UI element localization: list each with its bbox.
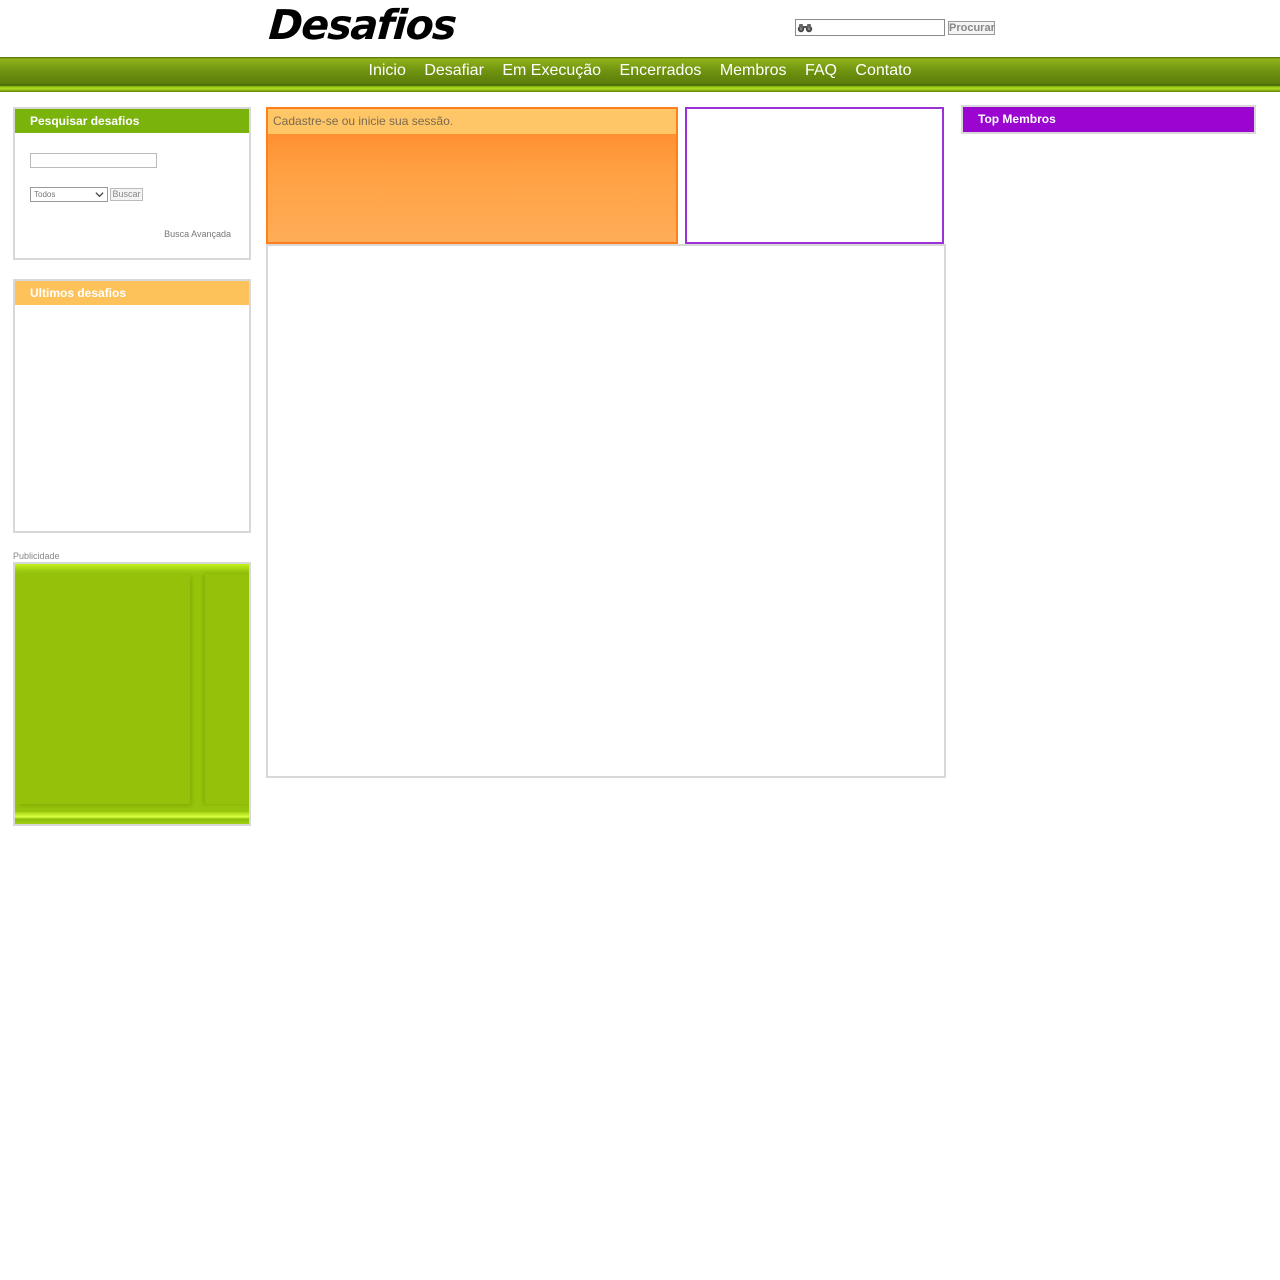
challenge-search-button[interactable]: Buscar bbox=[110, 188, 143, 201]
main-navbar: Inicio Desafiar Em Execução Encerrados M… bbox=[0, 57, 1280, 92]
challenge-search-input[interactable] bbox=[30, 153, 157, 168]
nav-item-desafiar[interactable]: Desafiar bbox=[424, 62, 484, 79]
login-panel: Cadastre-se ou inicie sua sessão. bbox=[266, 107, 678, 244]
ad-banner-bottom-glow bbox=[15, 812, 249, 824]
latest-challenges-panel: Ultimos desafios bbox=[13, 279, 251, 533]
site-search-button[interactable]: Procurar bbox=[948, 21, 995, 35]
nav-item-membros[interactable]: Membros bbox=[720, 62, 787, 79]
binoculars-icon bbox=[797, 24, 813, 33]
nav-item-encerrados[interactable]: Encerrados bbox=[620, 62, 702, 79]
nav-item-em-execucao[interactable]: Em Execução bbox=[502, 62, 601, 79]
ad-banner-top-glow bbox=[15, 564, 249, 574]
site-search-input[interactable] bbox=[795, 19, 945, 36]
ad-banner-panel-right bbox=[205, 574, 249, 804]
ad-label: Publicidade bbox=[13, 551, 60, 561]
chevron-down-icon bbox=[95, 192, 104, 198]
advanced-search-link[interactable]: Busca Avançada bbox=[164, 229, 231, 239]
category-select[interactable]: Todos bbox=[30, 187, 108, 202]
site-header: Desafios Procurar bbox=[0, 0, 1280, 57]
ad-banner[interactable] bbox=[13, 562, 251, 826]
search-challenges-title: Pesquisar desafios bbox=[15, 109, 249, 133]
ad-banner-panel-left bbox=[17, 574, 190, 804]
top-members-title: Top Membros bbox=[963, 107, 1254, 132]
nav-menu: Inicio Desafiar Em Execução Encerrados M… bbox=[0, 61, 1280, 81]
nav-item-inicio[interactable]: Inicio bbox=[369, 62, 406, 79]
nav-item-contato[interactable]: Contato bbox=[855, 62, 911, 79]
top-members-panel: Top Membros bbox=[961, 105, 1256, 134]
login-message[interactable]: Cadastre-se ou inicie sua sessão. bbox=[268, 109, 676, 134]
nav-item-faq[interactable]: FAQ bbox=[805, 62, 837, 79]
main-content-panel bbox=[266, 244, 946, 778]
latest-challenges-title: Ultimos desafios bbox=[15, 281, 249, 305]
category-select-value: Todos bbox=[34, 190, 56, 199]
featured-panel bbox=[685, 107, 944, 244]
search-challenges-panel: Pesquisar desafios Todos Buscar Busca Av… bbox=[13, 107, 251, 260]
site-logo[interactable]: Desafios bbox=[267, 1, 457, 49]
